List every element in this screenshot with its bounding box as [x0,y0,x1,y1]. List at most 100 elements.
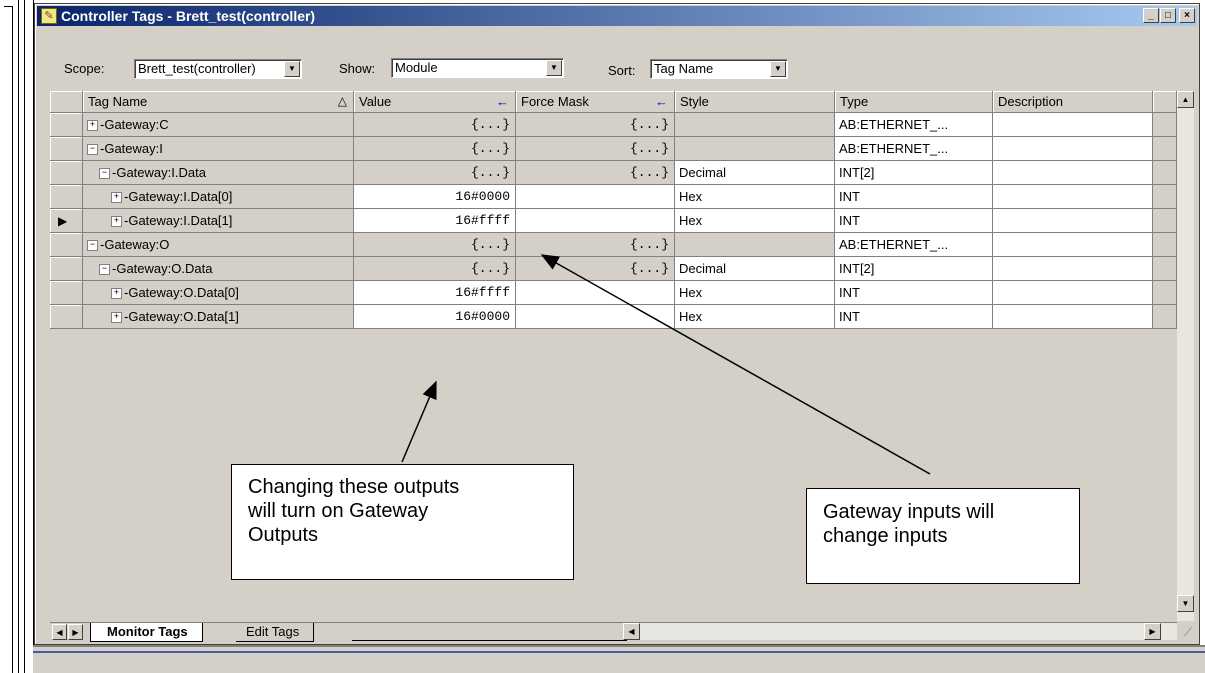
row-selector[interactable] [50,113,83,137]
force-mask-cell[interactable]: {...} [516,137,675,161]
type-cell[interactable]: INT[2] [835,161,993,185]
type-cell[interactable]: INT [835,209,993,233]
vertical-scrollbar[interactable]: ▲ ▼ [1177,91,1194,621]
force-mask-cell[interactable]: {...} [516,161,675,185]
tab-monitor-tags[interactable]: Monitor Tags [90,623,203,642]
tag-name-cell[interactable]: + -Gateway:C [83,113,354,137]
value-cell[interactable]: 16#0000 [354,305,516,329]
scroll-right-icon[interactable]: ▶ [1144,623,1161,640]
style-cell[interactable] [675,137,835,161]
collapse-icon[interactable]: − [99,168,110,180]
tag-name-cell[interactable]: + -Gateway:I.Data[0] [83,185,354,209]
expand-icon[interactable]: + [111,192,122,204]
scope-dropdown[interactable]: Brett_test(controller) ▼ [134,59,302,79]
chevron-down-icon[interactable]: ▼ [284,61,300,77]
type-cell[interactable]: AB:ETHERNET_... [835,137,993,161]
type-cell[interactable]: AB:ETHERNET_... [835,113,993,137]
row-selector[interactable] [50,161,83,185]
horizontal-scrollbar[interactable]: ◀ ▶ [623,623,1177,640]
description-cell[interactable] [993,257,1153,281]
type-cell[interactable]: INT [835,185,993,209]
expand-icon[interactable]: + [111,288,122,300]
tag-name-cell[interactable]: − -Gateway:I [83,137,354,161]
type-cell[interactable]: AB:ETHERNET_... [835,233,993,257]
force-mask-cell[interactable] [516,185,675,209]
tab-scroll-right-icon[interactable]: ▶ [68,624,83,640]
collapse-icon[interactable]: − [99,264,110,276]
chevron-down-icon[interactable]: ▼ [770,61,786,77]
description-cell[interactable] [993,185,1153,209]
row-selector[interactable] [50,233,83,257]
row-selector[interactable] [50,137,83,161]
tab-edit-tags[interactable]: Edit Tags [236,623,315,642]
description-cell[interactable] [993,233,1153,257]
style-cell[interactable]: Decimal [675,257,835,281]
minimize-button[interactable]: _ [1143,8,1159,23]
value-cell[interactable]: {...} [354,257,516,281]
description-cell[interactable] [993,113,1153,137]
scroll-down-icon[interactable]: ▼ [1177,595,1194,612]
description-cell[interactable] [993,209,1153,233]
row-selector[interactable] [50,257,83,281]
tag-name-cell[interactable]: − -Gateway:O.Data [83,257,354,281]
row-selector[interactable] [50,305,83,329]
type-cell[interactable]: INT [835,281,993,305]
show-dropdown[interactable]: Module ▼ [391,58,564,78]
column-header-value[interactable]: Value ← [354,91,516,113]
tab-scroll-left-icon[interactable]: ◀ [52,624,67,640]
value-cell[interactable]: 16#ffff [354,209,516,233]
value-cell[interactable]: {...} [354,161,516,185]
style-cell[interactable]: Hex [675,185,835,209]
chevron-down-icon[interactable]: ▼ [546,60,562,76]
row-selector[interactable] [50,185,83,209]
resize-grip-icon[interactable]: ⟋ [1180,624,1196,640]
style-cell[interactable]: Decimal [675,161,835,185]
scroll-up-icon[interactable]: ▲ [1177,91,1194,108]
expand-icon[interactable]: + [111,312,122,324]
sort-dropdown[interactable]: Tag Name ▼ [650,59,788,79]
description-cell[interactable] [993,161,1153,185]
style-cell[interactable]: Hex [675,305,835,329]
force-mask-cell[interactable] [516,209,675,233]
style-cell[interactable] [675,113,835,137]
value-cell[interactable]: 16#0000 [354,185,516,209]
style-cell[interactable]: Hex [675,209,835,233]
tag-name-cell[interactable]: − -Gateway:I.Data [83,161,354,185]
description-cell[interactable] [993,281,1153,305]
description-cell[interactable] [993,137,1153,161]
type-cell[interactable]: INT[2] [835,257,993,281]
title-bar[interactable]: ✎ Controller Tags - Brett_test(controlle… [37,6,1197,26]
tag-name-cell[interactable]: + -Gateway:O.Data[0] [83,281,354,305]
row-selector[interactable]: ▶ [50,209,83,233]
force-mask-cell[interactable] [516,281,675,305]
force-mask-cell[interactable]: {...} [516,257,675,281]
close-button[interactable]: × [1179,8,1195,23]
style-cell[interactable]: Hex [675,281,835,305]
expand-icon[interactable]: + [87,120,98,132]
value-cell[interactable]: {...} [354,137,516,161]
maximize-button[interactable]: □ [1160,8,1176,23]
collapse-icon[interactable]: − [87,240,98,252]
style-cell[interactable] [675,233,835,257]
description-cell[interactable] [993,305,1153,329]
type-cell[interactable]: INT [835,305,993,329]
tag-name: -Gateway:I [100,141,163,156]
force-mask-cell[interactable] [516,305,675,329]
value-cell[interactable]: {...} [354,233,516,257]
tag-name-cell[interactable]: + -Gateway:O.Data[1] [83,305,354,329]
force-mask-cell[interactable]: {...} [516,233,675,257]
value-cell[interactable]: 16#ffff [354,281,516,305]
force-mask-cell[interactable]: {...} [516,113,675,137]
expand-icon[interactable]: + [111,216,122,228]
column-header-description[interactable]: Description [993,91,1153,113]
value-cell[interactable]: {...} [354,113,516,137]
scroll-left-icon[interactable]: ◀ [623,623,640,640]
column-header-style[interactable]: Style [675,91,835,113]
tag-name-cell[interactable]: + -Gateway:I.Data[1] [83,209,354,233]
column-header-type[interactable]: Type [835,91,993,113]
column-header-tag-name[interactable]: Tag Name △ [83,91,354,113]
column-header-force-mask[interactable]: Force Mask ← [516,91,675,113]
collapse-icon[interactable]: − [87,144,98,156]
row-selector[interactable] [50,281,83,305]
tag-name-cell[interactable]: − -Gateway:O [83,233,354,257]
